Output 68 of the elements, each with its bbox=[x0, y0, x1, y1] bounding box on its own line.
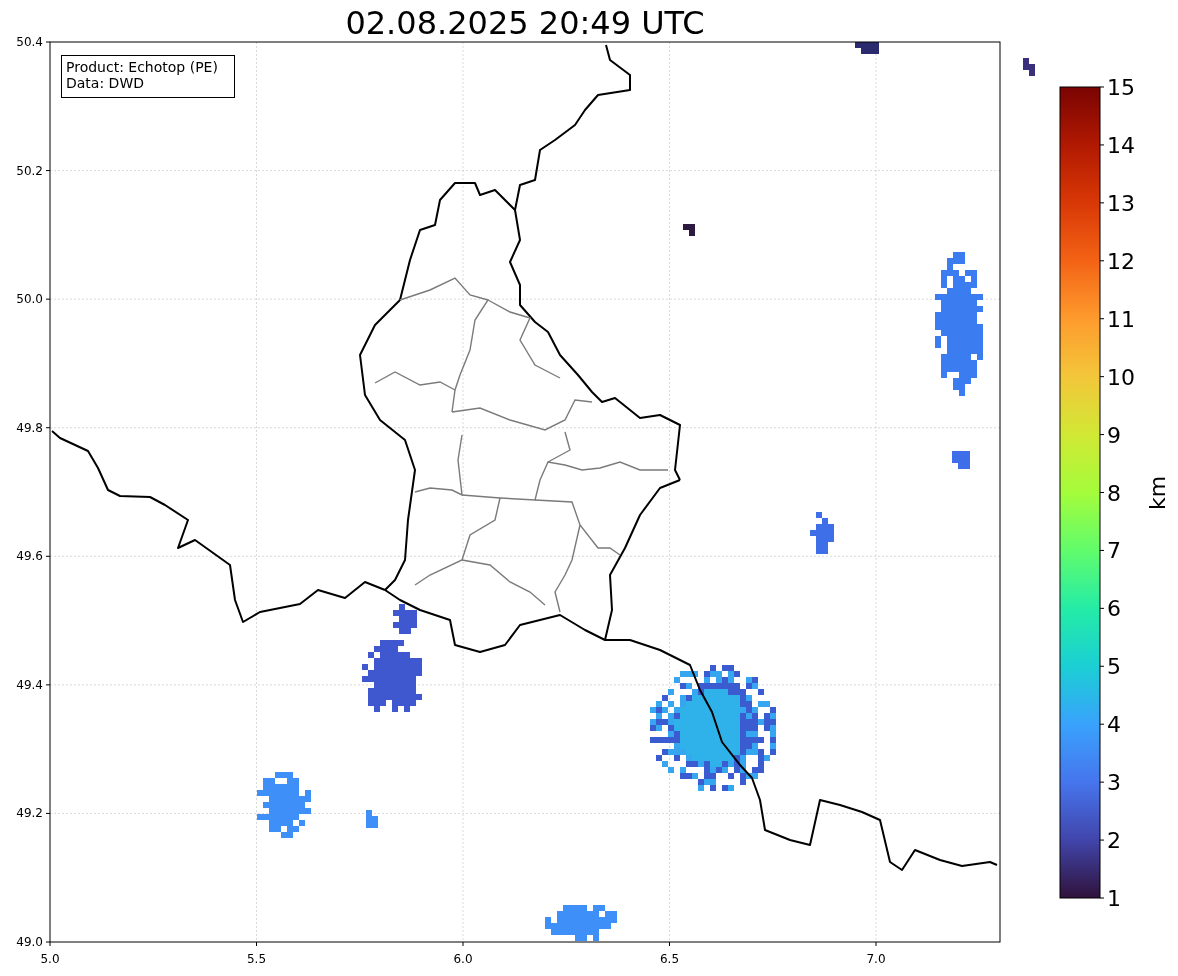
tick-mark bbox=[256, 941, 257, 947]
colorbar-tick-label: 1 bbox=[1107, 886, 1121, 911]
tick-mark bbox=[1099, 549, 1105, 551]
tick-mark bbox=[1099, 202, 1105, 204]
axis-tick-label: 49.0 bbox=[16, 935, 43, 949]
colorbar-tick-label: 10 bbox=[1107, 364, 1135, 390]
radar-echo-drawing bbox=[393, 604, 417, 634]
axis-tick-label: 5.5 bbox=[246, 952, 267, 966]
colorbar-tick-label: 5 bbox=[1107, 654, 1121, 680]
tick-mark bbox=[1099, 86, 1105, 88]
tick-mark bbox=[1099, 781, 1105, 783]
axis-tick-label: 49.4 bbox=[16, 677, 43, 692]
tick-mark bbox=[1099, 434, 1105, 436]
axis-tick-label: 5.0 bbox=[40, 952, 60, 966]
colorbar-tick-label: 14 bbox=[1107, 132, 1135, 158]
colorbar-tick-label: 4 bbox=[1107, 712, 1121, 738]
radar-echo-drawing bbox=[545, 905, 617, 941]
tick-mark bbox=[1099, 897, 1105, 899]
tick-mark bbox=[1099, 839, 1105, 841]
info-text: Product: Echotop (PE) bbox=[66, 59, 218, 75]
radar-echo-drawing bbox=[1023, 58, 1035, 76]
axis-tick-label: 7.0 bbox=[866, 952, 886, 966]
tick-mark bbox=[45, 812, 51, 814]
tick-mark bbox=[45, 555, 51, 557]
tick-mark bbox=[1099, 376, 1105, 378]
tick-mark bbox=[1099, 144, 1105, 146]
colorbar-tick-label: 11 bbox=[1107, 306, 1135, 332]
colorbar-tick-label: 2 bbox=[1107, 828, 1121, 854]
radar-echo-drawing bbox=[810, 512, 834, 554]
axis-tick-label: 49.8 bbox=[16, 420, 43, 435]
tick-mark bbox=[1099, 318, 1105, 320]
tick-mark bbox=[669, 941, 670, 947]
tick-mark bbox=[1099, 723, 1105, 725]
info-text: Data: DWD bbox=[66, 75, 144, 91]
axis-tick-label: 6.5 bbox=[659, 952, 680, 966]
colorbar-tick-label: 6 bbox=[1107, 596, 1121, 622]
tick-mark bbox=[875, 941, 877, 947]
tick-mark bbox=[45, 427, 51, 429]
radar-echo-drawing bbox=[952, 451, 970, 469]
colorbar-tick-label: 15 bbox=[1107, 75, 1135, 100]
tick-mark bbox=[1099, 665, 1105, 667]
colorbar-tick-label: 13 bbox=[1107, 190, 1135, 216]
radar-echo-drawing bbox=[683, 224, 695, 236]
tick-mark bbox=[1099, 607, 1105, 609]
axis-tick-label: 50.0 bbox=[16, 292, 43, 307]
colorbar-label: km bbox=[1145, 475, 1170, 511]
colorbar-tick-label: 3 bbox=[1107, 770, 1121, 796]
tick-mark bbox=[45, 170, 51, 172]
chart-title: 02.08.2025 20:49 UTC bbox=[345, 4, 705, 42]
radar-echo-drawing bbox=[362, 640, 422, 712]
axis-tick-label: 50.4 bbox=[16, 35, 43, 49]
colorbar-tick-label: 7 bbox=[1107, 538, 1121, 564]
tick-mark bbox=[1099, 492, 1105, 493]
tick-mark bbox=[462, 941, 464, 947]
tick-mark bbox=[45, 298, 51, 300]
axis-tick-label: 49.2 bbox=[16, 806, 43, 821]
tick-mark bbox=[45, 41, 51, 43]
tick-mark bbox=[1099, 260, 1105, 262]
colorbar-tick-label: 8 bbox=[1107, 480, 1121, 506]
radar-echo-drawing bbox=[366, 810, 378, 828]
colorbar-tick-label: 9 bbox=[1107, 422, 1121, 448]
axis-tick-label: 50.2 bbox=[16, 163, 43, 178]
tick-mark bbox=[45, 684, 51, 686]
radar-echo-drawing bbox=[257, 772, 311, 838]
colorbar-tick-label: 12 bbox=[1107, 248, 1135, 274]
axis-tick-label: 49.6 bbox=[16, 549, 43, 564]
radar-echo-drawing bbox=[855, 42, 879, 54]
axis-tick-label: 6.0 bbox=[453, 952, 473, 966]
